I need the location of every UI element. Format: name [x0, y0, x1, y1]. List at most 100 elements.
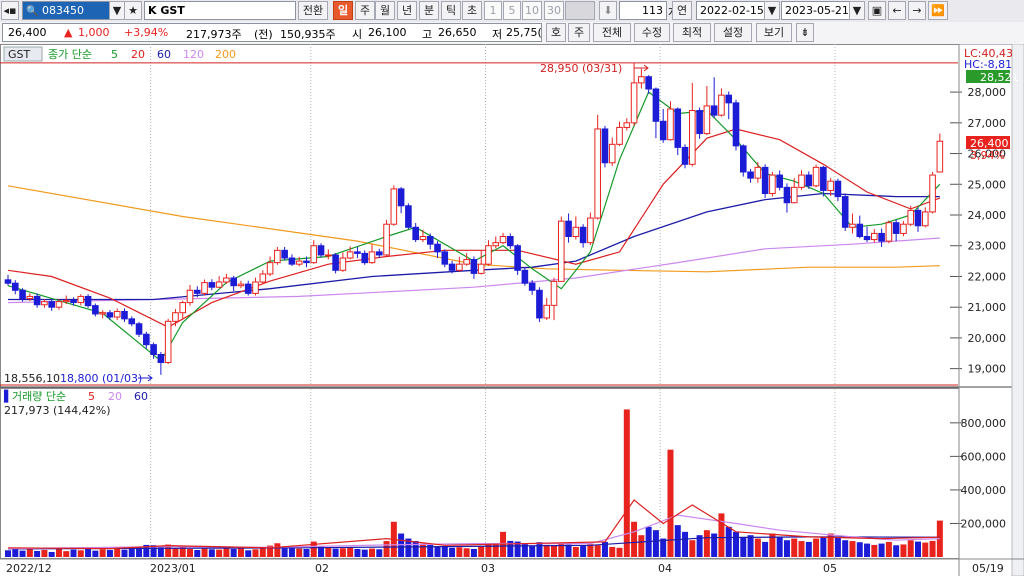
candle: [426, 236, 434, 245]
volume-axis-label: 800,000: [961, 417, 1007, 430]
candle: [761, 166, 769, 194]
arrow-left-icon[interactable]: ←: [888, 1, 906, 20]
volume-bar: [237, 548, 244, 557]
fast-forward-icon[interactable]: ⏩: [928, 1, 948, 20]
x-axis-label: 03: [481, 562, 495, 575]
volume-bar: [580, 545, 587, 557]
volume-bar: [740, 536, 747, 557]
blank-button[interactable]: [565, 1, 595, 20]
ma-legend-200: 200: [215, 48, 236, 61]
candle: [361, 252, 369, 264]
minute-button-1[interactable]: 5: [503, 1, 521, 20]
stock-code-input[interactable]: 🔍 083450: [22, 1, 122, 20]
high-label: 고: [422, 28, 433, 41]
date-to-dropdown[interactable]: ▼: [849, 1, 865, 20]
candle: [339, 257, 347, 271]
volume-bar: [689, 540, 696, 557]
candle: [397, 188, 405, 207]
volume-bar: [361, 549, 368, 557]
candle: [827, 180, 834, 191]
price-axis-label: 22,000: [968, 270, 1007, 283]
candle: [375, 251, 383, 256]
candle: [856, 223, 864, 238]
candle: [135, 323, 143, 335]
date-from-dropdown[interactable]: ▼: [764, 1, 780, 20]
period-tab-2[interactable]: 월: [375, 1, 395, 20]
volume-bar: [915, 541, 921, 557]
candle: [172, 312, 179, 322]
volume-bar: [842, 540, 849, 557]
left-low-value: 18,556,10: [4, 372, 60, 385]
candle: [747, 171, 754, 179]
year-button[interactable]: 연: [672, 1, 692, 20]
volume-bar: [820, 536, 827, 557]
volume-bar: [594, 545, 601, 557]
chart-area[interactable]: 28,000 27,000 26,000 25,000 24,000 23,000 22,0…: [0, 43, 1024, 577]
quote-button-2[interactable]: 전체: [593, 23, 631, 42]
quote-button-6[interactable]: 보기: [756, 23, 792, 42]
candle: [812, 166, 820, 187]
candle: [667, 108, 674, 141]
candle: [681, 146, 689, 165]
candle: [390, 188, 398, 225]
stock-code-value: 083450: [41, 4, 84, 17]
x-axis-label: 05/19: [972, 562, 1004, 575]
collapse-icon[interactable]: ⇟: [796, 23, 814, 42]
volume-bar: [878, 543, 885, 557]
right-scrollbar[interactable]: [1011, 43, 1024, 577]
candle: [55, 301, 63, 308]
volume-bar: [106, 549, 113, 557]
save-icon[interactable]: ▣: [868, 1, 886, 20]
count-input[interactable]: 113: [619, 1, 667, 20]
candle: [121, 310, 128, 320]
volume-legend-value: 217,973 (144,42%): [4, 404, 111, 417]
candle: [106, 312, 114, 318]
arrow-down-icon[interactable]: ⬇: [599, 1, 617, 20]
period-tab-6[interactable]: 초: [462, 1, 482, 20]
volume-axis-label: 200,000: [961, 517, 1007, 530]
volume-bar: [77, 550, 84, 557]
period-tab-4[interactable]: 분: [419, 1, 439, 20]
candle: [434, 243, 441, 253]
period-tab-1[interactable]: 주: [355, 1, 375, 20]
volume-bar: [419, 543, 426, 557]
candle: [754, 166, 762, 179]
volume-bar: [325, 547, 332, 557]
volume-bar: [19, 550, 26, 557]
quote-button-5[interactable]: 설정: [714, 23, 752, 42]
period-tab-0[interactable]: 일: [333, 1, 353, 20]
volume-bar: [929, 540, 936, 557]
quote-button-4[interactable]: 최적: [673, 23, 711, 42]
minute-button-3[interactable]: 30: [544, 1, 564, 20]
period-tab-3[interactable]: 년: [397, 1, 417, 20]
minute-button-2[interactable]: 10: [522, 1, 542, 20]
date-to-value: 2023-05-21: [785, 4, 849, 17]
candle: [725, 94, 733, 104]
stock-name: K GST: [144, 1, 296, 20]
x-axis-label: 04: [658, 562, 672, 575]
candle: [929, 174, 936, 213]
low-price: 25,75(: [506, 26, 542, 39]
volume-bar: [609, 546, 616, 557]
volume-bar: [871, 544, 878, 557]
volume-bar: [652, 530, 659, 557]
arrow-right-icon[interactable]: →: [908, 1, 926, 20]
price-volume-chart[interactable]: 28,00027,00026,00025,00024,00023,00022,0…: [0, 43, 1024, 577]
quote-button-1[interactable]: 주: [568, 23, 590, 42]
candle: [19, 289, 26, 300]
candle: [543, 304, 551, 319]
code-dropdown-button[interactable]: ▼: [109, 1, 125, 20]
volume-bar: [813, 538, 820, 557]
volume-bar: [529, 546, 536, 557]
candle: [223, 277, 230, 283]
back-menu-icon[interactable]: ◂▪: [1, 1, 19, 20]
favorite-star-icon[interactable]: ★: [124, 1, 142, 20]
minute-button-0[interactable]: 1: [484, 1, 502, 20]
quote-button-3[interactable]: 수정: [634, 23, 670, 42]
convert-button[interactable]: 전환: [298, 1, 328, 20]
period-tab-5[interactable]: 틱: [441, 1, 461, 20]
candle: [441, 251, 449, 265]
candle: [448, 263, 456, 271]
quote-button-0[interactable]: 호: [546, 23, 566, 42]
volume-bar: [456, 547, 463, 557]
